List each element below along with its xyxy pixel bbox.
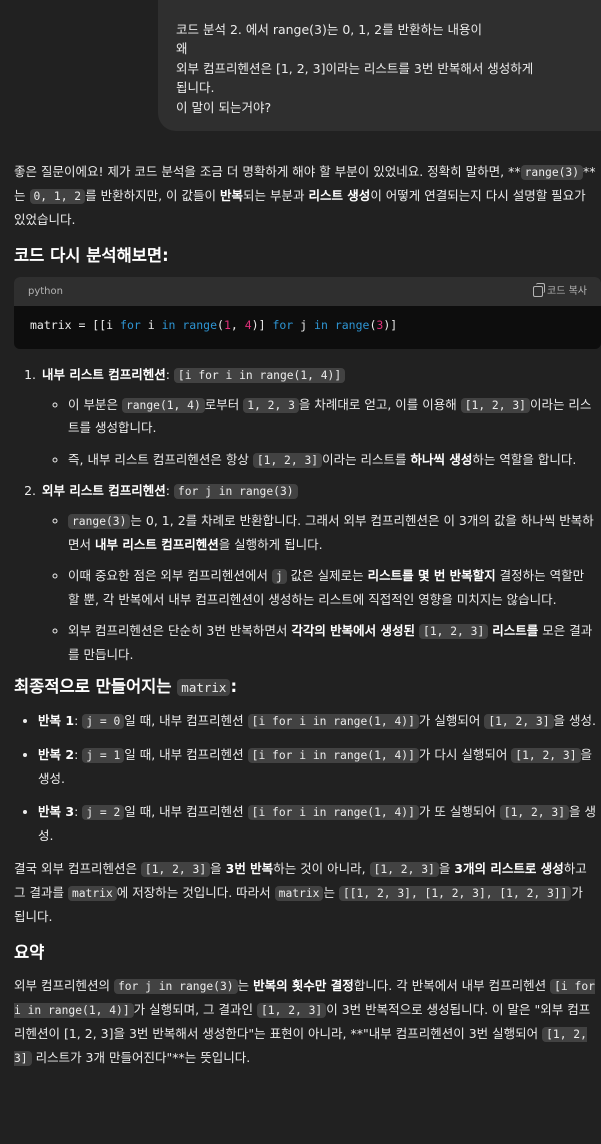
list-item: 내부 리스트 컴프리헨션: [i for i in range(1, 4)] 이… — [40, 363, 596, 472]
bold-text: 각각의 반복에서 생성된 — [291, 623, 416, 639]
inline-code: range(3) — [520, 165, 584, 180]
inline-code: matrix — [274, 885, 324, 901]
intro-text: 좋은 질문이에요! 제가 코드 분석을 조금 더 명확하게 해야 할 부분이 있… — [14, 164, 505, 179]
analysis-list: 내부 리스트 컴프리헨션: [i for i in range(1, 4)] 이… — [14, 363, 596, 667]
user-message-bubble: 코드 분석 2. 에서 range(3)는 0, 1, 2를 반환하는 내용이 … — [158, 0, 601, 131]
heading-reanalysis: 코드 다시 분석해보면: — [14, 245, 169, 265]
bold-text: 내부 리스트 컴프리헨션 — [94, 537, 219, 553]
bold-text: 반복 1 — [38, 712, 75, 728]
list-item: 반복 2: j = 1일 때, 내부 컴프리헨션 [i for i in ran… — [38, 743, 596, 790]
intro-text: 되는 부분과 — [243, 187, 309, 203]
user-message-line: 코드 분석 2. 에서 range(3)는 0, 1, 2를 반환하는 내용이 — [176, 22, 483, 37]
bold-text: 3개의 리스트로 생성 — [454, 860, 564, 876]
user-message-line: 됩니다. — [176, 80, 215, 96]
inline-code: [1, 2, 3] — [419, 624, 489, 640]
inline-code: [1, 2, 3] — [511, 747, 581, 763]
code-block-header: python 코드 복사 — [14, 277, 601, 307]
copy-icon — [533, 283, 546, 298]
bold-text: 리스트를 — [492, 623, 539, 639]
list-item-title: 내부 리스트 컴프리헨션 — [42, 366, 166, 382]
intro-stars: ** — [508, 164, 521, 179]
inline-code: range(3) — [68, 514, 131, 530]
code-language-label: python — [28, 285, 63, 297]
inline-code: [i for i in range(1, 4)] — [247, 804, 419, 820]
list-item: 외부 컴프리헨션은 단순히 3번 반복하면서 각각의 반복에서 생성된 [1, … — [68, 619, 596, 666]
bold-text: 반복 3 — [38, 803, 75, 819]
inline-code: [1, 2, 3] — [252, 452, 323, 468]
inline-code: 0, 1, 2 — [29, 188, 86, 204]
list-item: 즉, 내부 리스트 컴프리헨션은 항상 [1, 2, 3]이라는 리스트를 하나… — [68, 448, 596, 472]
list-item: 이 부분은 range(1, 4)로부터 1, 2, 3을 차례대로 얻고, 이… — [68, 393, 596, 440]
inline-code: matrix — [67, 885, 117, 901]
conclusion-paragraph: 결국 외부 컴프리헨션은 [1, 2, 3] 을 3번 반복하는 것이 아니라, … — [14, 860, 587, 924]
bold-text: 반복 — [219, 187, 243, 203]
iteration-list: 반복 1: j = 0일 때, 내부 컴프리헨션 [i for i in ran… — [14, 709, 596, 847]
code-block: python 코드 복사 matrix = [[i for i in range… — [14, 277, 601, 349]
inline-code: matrix — [177, 679, 231, 697]
inline-code: [i for i in range(1, 4)] — [247, 713, 419, 729]
inline-code: [i for i in range(1, 4)] — [247, 747, 419, 763]
inline-code: j = 2 — [82, 804, 125, 820]
intro-paragraph: 좋은 질문이에요! 제가 코드 분석을 조금 더 명확하게 해야 할 부분이 있… — [14, 160, 596, 231]
list-item: 이때 중요한 점은 외부 컴프리헨션에서 j 값은 실제로는 리스트를 몇 번 … — [68, 564, 596, 611]
copy-code-button[interactable]: 코드 복사 — [533, 283, 587, 302]
inline-code: j = 1 — [82, 747, 125, 763]
copy-code-label: 코드 복사 — [547, 285, 587, 297]
heading-summary: 요약 — [14, 942, 45, 962]
inline-code: [1, 2, 3] — [460, 397, 530, 413]
bold-text: 리스트 생성 — [308, 187, 371, 203]
inline-code: 1, 2, 3 — [243, 397, 299, 413]
inline-code: [i for i in range(1, 4)] — [173, 367, 346, 383]
inline-code: [1, 2, 3] — [499, 804, 570, 820]
inline-code: [1, 2, 3] — [369, 861, 439, 877]
inline-code: [1, 2, 3] — [484, 713, 554, 729]
inline-code: [1, 2, 3] — [140, 861, 211, 877]
code-content: matrix = [[i for i in range(1, 4)] for j… — [30, 318, 398, 333]
user-message-line: 외부 컴프리헨션은 [1, 2, 3]이라는 리스트를 3번 반복해서 생성하게 — [176, 60, 534, 76]
bold-text: 반복의 횟수만 결정 — [253, 978, 354, 994]
user-message-line: 이 말이 되는거야? — [176, 99, 272, 115]
heading-final-matrix: 최종적으로 만들어지는 matrix: — [14, 677, 238, 697]
inline-code: [[1, 2, 3], [1, 2, 3], [1, 2, 3]] — [338, 885, 572, 901]
list-item: 반복 3: j = 2일 때, 내부 컴프리헨션 [i for i in ran… — [38, 800, 596, 847]
inline-code: for j in range(3) — [173, 484, 298, 500]
summary-paragraph: 외부 컴프리헨션의 for j in range(3) 는 반복의 횟수만 결정합… — [14, 978, 595, 1066]
inline-code: j — [271, 569, 287, 585]
list-item: 외부 리스트 컴프리헨션: for j in range(3) range(3)… — [40, 479, 596, 666]
list-item: 반복 1: j = 0일 때, 내부 컴프리헨션 [i for i in ran… — [38, 709, 596, 733]
inline-code: range(1, 4) — [121, 397, 205, 413]
assistant-response: 좋은 질문이에요! 제가 코드 분석을 조금 더 명확하게 해야 할 부분이 있… — [14, 160, 601, 1082]
intro-text: 를 반환하지만, 이 값들이 — [85, 187, 220, 203]
bold-text: 리스트를 몇 번 반복할지 — [367, 568, 496, 584]
user-message-line: 왜 — [176, 41, 188, 57]
inline-code: [1, 2, 3] — [257, 1002, 327, 1018]
list-item: range(3)는 0, 1, 2를 차례로 반환합니다. 그래서 외부 컴프리… — [68, 509, 596, 556]
bold-text: 3번 반복 — [225, 860, 274, 876]
list-item-title: 외부 리스트 컴프리헨션 — [42, 483, 166, 499]
bold-text: 하나씩 생성 — [410, 451, 473, 467]
inline-code: j = 0 — [82, 713, 125, 729]
inline-code: for j in range(3) — [113, 979, 238, 995]
bold-text: 반복 2 — [38, 746, 75, 762]
